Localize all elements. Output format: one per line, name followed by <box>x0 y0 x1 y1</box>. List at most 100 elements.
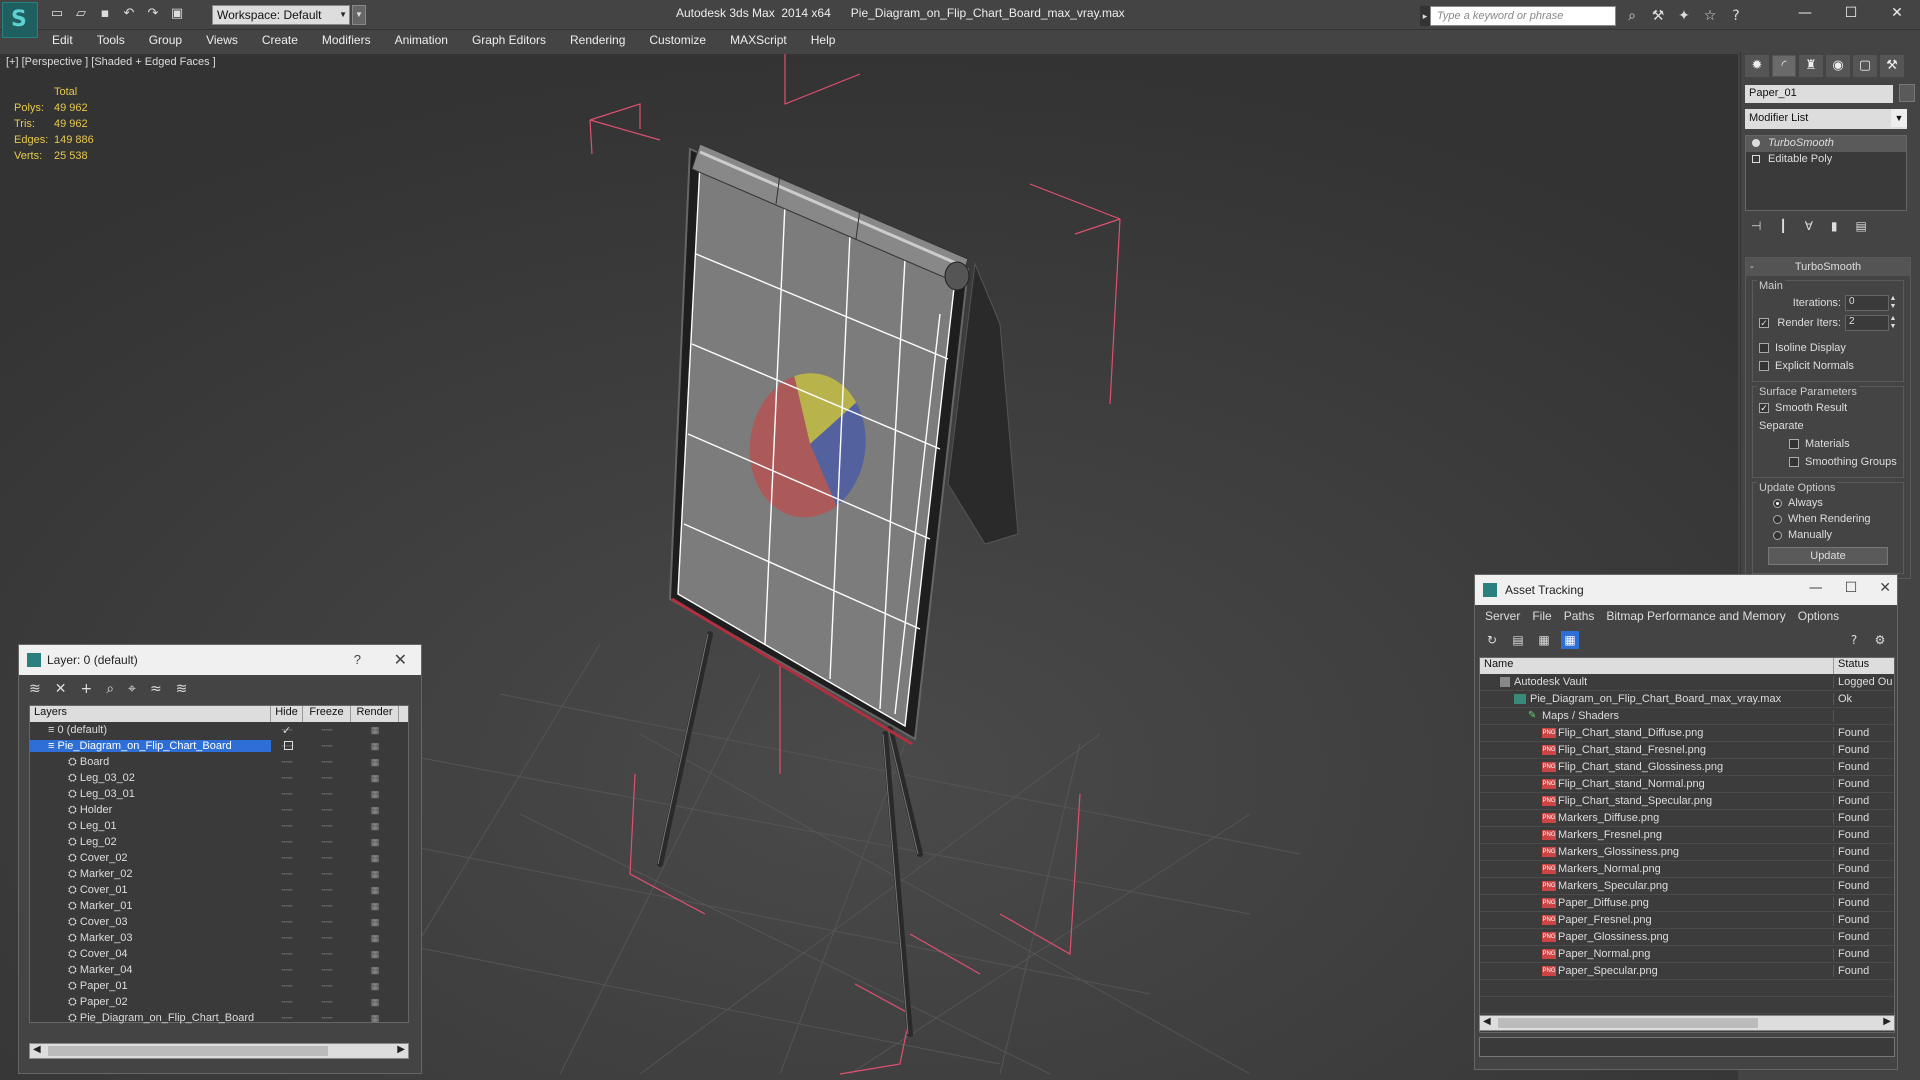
scroll-right-icon[interactable]: ▶ <box>397 1044 405 1055</box>
render-teapot-icon[interactable]: ▦ <box>351 725 399 736</box>
layer-row[interactable]: ⛭ Cover_03 ┄┄ ┄┄ ▦ <box>30 914 408 930</box>
viewport-label[interactable]: [+] [Perspective ] [Shaded + Edged Faces… <box>6 56 216 68</box>
hide-toggle[interactable]: ┄┄ <box>271 933 303 944</box>
layer-row[interactable]: ⛭ Paper_02 ┄┄ ┄┄ ▦ <box>30 994 408 1010</box>
freeze-toggle[interactable]: ┄┄ <box>303 741 351 752</box>
configure-sets-icon[interactable]: ▤ <box>1856 219 1867 233</box>
hide-toggle[interactable]: ┄┄ <box>271 869 303 880</box>
favorites-star-icon[interactable]: ☆ <box>1700 6 1720 26</box>
render-teapot-icon[interactable]: ▦ <box>351 997 399 1008</box>
freeze-toggle[interactable]: ┄┄ <box>303 885 351 896</box>
layer-row[interactable]: ⛭ Leg_03_01 ┄┄ ┄┄ ▦ <box>30 786 408 802</box>
render-teapot-icon[interactable]: ▦ <box>351 757 399 768</box>
binoculars-icon[interactable]: ⌕ <box>1622 6 1642 26</box>
menu-modifiers[interactable]: Modifiers <box>310 30 383 52</box>
stack-item-editable-poly[interactable]: Editable Poly <box>1746 152 1906 168</box>
modify-tab-icon[interactable]: ◜ <box>1772 55 1796 77</box>
render-teapot-icon[interactable]: ▦ <box>351 821 399 832</box>
new-layer-icon[interactable]: ≋ <box>29 681 41 699</box>
column-layers[interactable]: Layers <box>30 706 271 722</box>
open-file-icon[interactable]: ▱ <box>72 5 90 23</box>
hide-toggle[interactable]: ┄┄ <box>271 853 303 864</box>
asset-menu-server[interactable]: Server <box>1479 609 1526 623</box>
menu-tools[interactable]: Tools <box>85 30 137 52</box>
menu-help[interactable]: Help <box>799 30 848 52</box>
freeze-toggle[interactable]: ┄┄ <box>303 901 351 912</box>
layer-row[interactable]: ⛭ Pie_Diagram_on_Flip_Chart_Board ┄┄ ┄┄ ▦ <box>30 1010 408 1026</box>
freeze-toggle[interactable]: ┄┄ <box>303 789 351 800</box>
object-name-field[interactable]: Paper_01 <box>1745 85 1893 103</box>
hide-toggle[interactable]: ┄┄ <box>271 965 303 976</box>
new-file-icon[interactable]: ▭ <box>48 5 66 23</box>
freeze-toggle[interactable]: ┄┄ <box>303 933 351 944</box>
asset-row[interactable]: PNG Paper_Normal.png Found <box>1480 946 1894 963</box>
asset-menu-options[interactable]: Options <box>1792 609 1845 623</box>
help-icon[interactable]: ? <box>1726 6 1746 26</box>
asset-row[interactable]: Pie_Diagram_on_Flip_Chart_Board_max_vray… <box>1480 691 1894 708</box>
asset-row[interactable]: PNG Flip_Chart_stand_Diffuse.png Found <box>1480 725 1894 742</box>
undo-icon[interactable]: ↶ <box>120 5 138 23</box>
asset-path-field[interactable] <box>1479 1037 1895 1057</box>
render-teapot-icon[interactable]: ▦ <box>351 741 399 752</box>
asset-row[interactable]: Autodesk Vault Logged Ou <box>1480 674 1894 691</box>
freeze-toggle[interactable]: ┄┄ <box>303 917 351 928</box>
asset-row[interactable]: PNG Flip_Chart_stand_Specular.png Found <box>1480 793 1894 810</box>
menu-rendering[interactable]: Rendering <box>558 30 637 52</box>
render-teapot-icon[interactable]: ▦ <box>351 933 399 944</box>
menu-edit[interactable]: Edit <box>40 30 85 52</box>
freeze-toggle[interactable]: ┄┄ <box>303 725 351 736</box>
scroll-left-icon[interactable]: ◀ <box>1483 1016 1491 1027</box>
rollout-header[interactable]: - TurboSmooth <box>1746 258 1910 276</box>
freeze-all-icon[interactable]: ≋ <box>176 681 188 699</box>
asset-row[interactable]: PNG Flip_Chart_stand_Glossiness.png Found <box>1480 759 1894 776</box>
modifier-list-dropdown[interactable]: Modifier List ▼ <box>1745 109 1907 129</box>
render-teapot-icon[interactable]: ▦ <box>351 965 399 976</box>
menu-views[interactable]: Views <box>194 30 250 52</box>
layer-row[interactable]: ⛭ Leg_03_02 ┄┄ ┄┄ ▦ <box>30 770 408 786</box>
search-input[interactable]: Type a keyword or phrase <box>1430 6 1616 26</box>
layer-row[interactable]: ⛭ Paper_01 ┄┄ ┄┄ ▦ <box>30 978 408 994</box>
menu-create[interactable]: Create <box>250 30 310 52</box>
spinner-arrows-icon[interactable]: ▲ ▼ <box>1889 315 1897 331</box>
freeze-toggle[interactable]: ┄┄ <box>303 949 351 960</box>
iterations-spinner[interactable]: 0 <box>1845 295 1889 311</box>
redo-icon[interactable]: ↷ <box>144 5 162 23</box>
render-teapot-icon[interactable]: ▦ <box>351 773 399 784</box>
menu-graph-editors[interactable]: Graph Editors <box>460 30 558 52</box>
delete-layer-icon[interactable]: ✕ <box>55 681 67 699</box>
asset-menu-bitmap-performance[interactable]: Bitmap Performance and Memory <box>1600 609 1791 623</box>
hide-toggle[interactable]: ┄┄ <box>271 901 303 912</box>
hide-toggle[interactable]: ┄┄ <box>271 773 303 784</box>
thumbnail-view-icon[interactable]: ▦ <box>1535 631 1553 649</box>
freeze-toggle[interactable]: ┄┄ <box>303 805 351 816</box>
freeze-toggle[interactable]: ┄┄ <box>303 821 351 832</box>
create-tab-icon[interactable]: ✹ <box>1745 55 1769 77</box>
search-expand-icon[interactable]: ▸ <box>1420 6 1430 26</box>
hide-toggle[interactable]: ┄┄ <box>271 837 303 848</box>
layer-row[interactable]: ⛭ Leg_01 ┄┄ ┄┄ ▦ <box>30 818 408 834</box>
make-unique-icon[interactable]: ∀ <box>1805 219 1813 233</box>
table-view-icon[interactable]: ▦ <box>1561 631 1579 649</box>
freeze-toggle[interactable]: ┄┄ <box>303 837 351 848</box>
current-layer-check-icon[interactable]: ✓ <box>282 724 291 737</box>
workspace-dropdown[interactable]: Workspace: Default ▼ <box>212 5 350 25</box>
when-rendering-radio[interactable] <box>1773 514 1782 524</box>
refresh-icon[interactable]: ↻ <box>1483 631 1501 649</box>
freeze-toggle[interactable]: ┄┄ <box>303 965 351 976</box>
layer-row[interactable]: ⛭ Holder ┄┄ ┄┄ ▦ <box>30 802 408 818</box>
always-radio[interactable] <box>1773 498 1782 508</box>
hide-toggle[interactable]: ┄┄ <box>271 805 303 816</box>
lightbulb-icon[interactable] <box>1752 139 1760 147</box>
update-button[interactable]: Update <box>1768 547 1888 565</box>
settings-icon[interactable]: ⚙ <box>1871 631 1889 649</box>
render-teapot-icon[interactable]: ▦ <box>351 837 399 848</box>
asset-row[interactable]: PNG Markers_Fresnel.png Found <box>1480 827 1894 844</box>
add-to-layer-icon[interactable]: + <box>80 681 92 699</box>
minimize-icon[interactable]: — <box>1809 580 1823 596</box>
project-folder-icon[interactable]: ▣ <box>168 5 186 23</box>
object-color-swatch[interactable] <box>1899 84 1915 102</box>
minimize-button[interactable]: — <box>1782 0 1828 26</box>
select-objects-icon[interactable]: ⌕ <box>106 681 114 699</box>
asset-row[interactable]: PNG Flip_Chart_stand_Fresnel.png Found <box>1480 742 1894 759</box>
asset-row[interactable]: PNG Paper_Fresnel.png Found <box>1480 912 1894 929</box>
